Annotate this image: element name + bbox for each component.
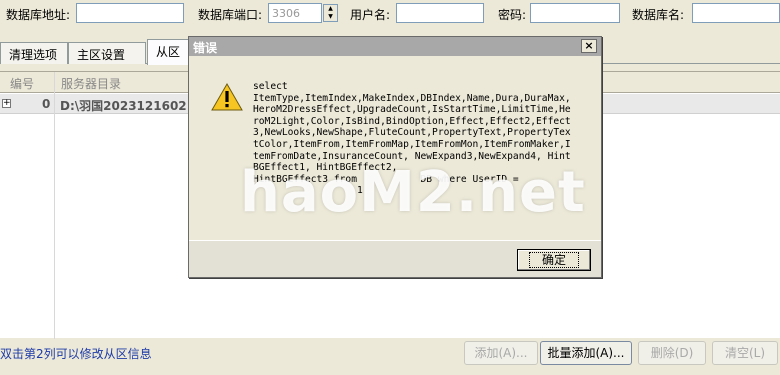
spin-up-icon[interactable]: ▲ — [324, 5, 337, 13]
row-server-dir-cell[interactable]: D:\羽国2023121602 — [60, 97, 187, 114]
password-label: 密码: — [498, 8, 527, 22]
db-port-label: 数据库端口: — [198, 8, 263, 22]
tab-main-zone-settings[interactable]: 主区设置 — [68, 42, 146, 64]
db-port-input[interactable] — [268, 3, 322, 23]
username-input[interactable] — [396, 3, 484, 23]
column-header-server-dir[interactable]: 服务器目录 — [61, 75, 121, 92]
column-header-id[interactable]: 编号 — [10, 75, 34, 92]
expand-plus-icon[interactable]: + — [2, 99, 11, 108]
db-address-label: 数据库地址: — [6, 8, 71, 22]
grid-column-line — [54, 72, 55, 339]
clear-button[interactable]: 清空(L) — [712, 341, 778, 365]
batch-add-button[interactable]: 批量添加(A)... — [540, 341, 632, 365]
ok-button[interactable]: 确定 — [517, 249, 591, 271]
row-id-cell[interactable]: 0 — [42, 97, 50, 111]
spin-down-icon[interactable]: ▼ — [324, 13, 337, 21]
db-config-bar: 数据库地址: 数据库端口: ▲ ▼ 用户名: 密码: 数据库名: — [0, 0, 780, 28]
delete-button[interactable]: 删除(D) — [638, 341, 706, 365]
close-icon[interactable]: × — [581, 39, 597, 53]
error-dialog: 错误 × select ItemType,ItemIndex,MakeIndex… — [188, 36, 602, 278]
edit-hint-text: 双击第2列可以修改从区信息 — [0, 347, 152, 361]
dialog-title-bar[interactable]: 错误 × — [189, 37, 601, 56]
tab-cleanup-options[interactable]: 清理选项 — [0, 42, 68, 64]
db-port-spinner[interactable]: ▲ ▼ — [323, 4, 338, 22]
dialog-title: 错误 — [193, 41, 218, 55]
warning-icon — [211, 82, 243, 111]
password-input[interactable] — [530, 3, 620, 23]
watermark-text: haoM2.net — [240, 160, 586, 225]
db-name-input[interactable] — [692, 3, 780, 23]
username-label: 用户名: — [350, 8, 391, 22]
db-address-input[interactable] — [76, 3, 184, 23]
ok-button-label: 确定 — [528, 252, 579, 268]
db-name-label: 数据库名: — [632, 8, 685, 22]
add-button[interactable]: 添加(A)... — [464, 341, 538, 365]
